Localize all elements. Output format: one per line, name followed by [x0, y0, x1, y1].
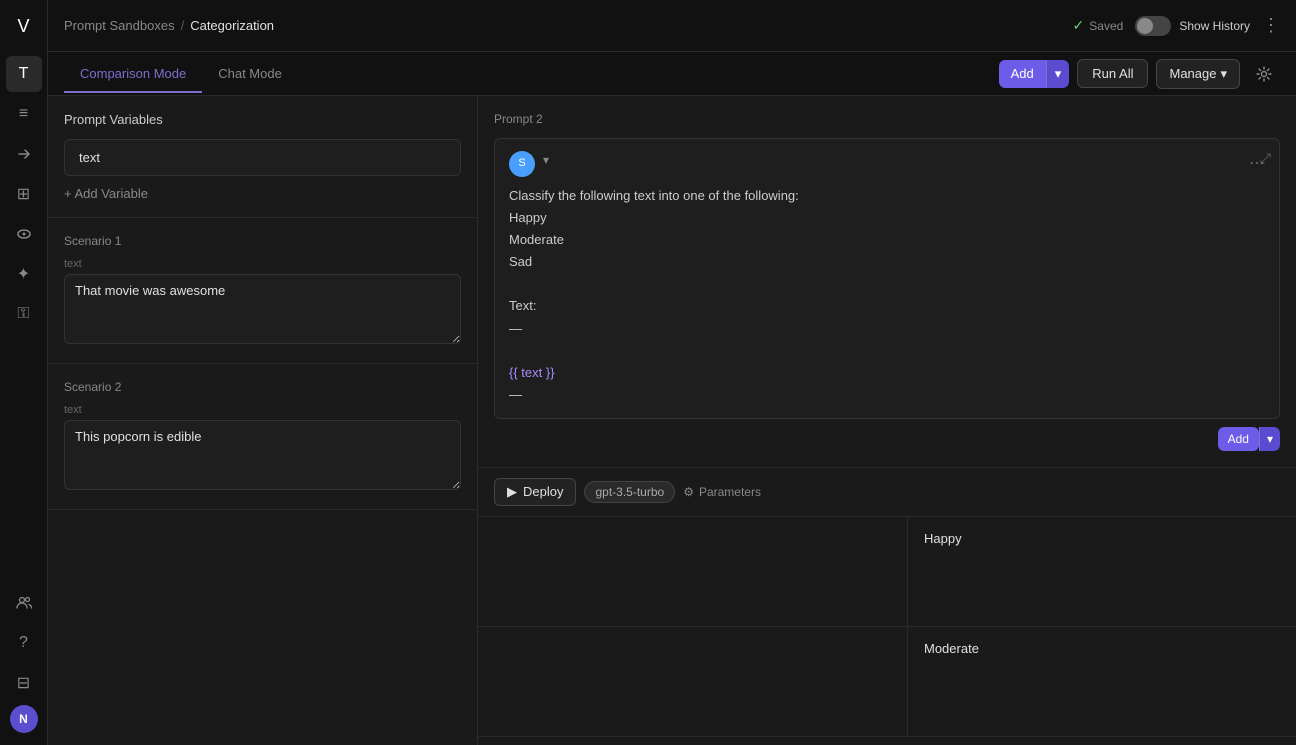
scenario-1-result-left — [478, 517, 908, 626]
tab-chat-mode[interactable]: Chat Mode — [202, 56, 298, 93]
add-button[interactable]: Add — [999, 60, 1046, 88]
sidebar: V T ≡ ⊞ ✦ ⚿ ? ⊟ N — [0, 0, 48, 745]
model-dropdown[interactable]: ▾ — [543, 151, 549, 170]
sidebar-item-help[interactable]: ? — [6, 625, 42, 661]
show-history-toggle-wrap: Show History — [1135, 16, 1250, 36]
manage-button[interactable]: Manage ▾ — [1156, 59, 1240, 89]
model-tag[interactable]: gpt-3.5-turbo — [584, 481, 675, 503]
show-history-toggle[interactable] — [1135, 16, 1171, 36]
scenario-1-var-label: text — [64, 258, 461, 270]
scenario-2-result-right: Moderate — [908, 627, 1296, 736]
prompt-variables-title: Prompt Variables — [64, 112, 461, 127]
add-button-group: Add ▾ — [999, 60, 1070, 88]
add-dropdown-button[interactable]: ▾ — [1046, 60, 1070, 88]
right-panel: Prompt 2 S ▾ ⋯ Classify the following te… — [478, 96, 1296, 745]
add-small-button[interactable]: Add — [1218, 427, 1259, 451]
deploy-button[interactable]: ▶ Deploy — [494, 478, 576, 506]
scenario-2-text-input[interactable]: This popcorn is edible — [64, 420, 461, 490]
scenario-2-label: Scenario 2 — [64, 380, 461, 394]
sidebar-item-magic[interactable]: ✦ — [6, 256, 42, 292]
breadcrumb-parent[interactable]: Prompt Sandboxes — [64, 18, 175, 33]
prompt-2-header: Prompt 2 — [494, 112, 1280, 126]
scenario-2-result-text: Moderate — [924, 641, 979, 656]
add-small-button-group: Add ▾ — [1218, 427, 1280, 451]
expand-button[interactable]: ⤢ — [1260, 147, 1271, 169]
sidebar-item-dashboard[interactable]: ⊞ — [6, 176, 42, 212]
add-small-dropdown-button[interactable]: ▾ — [1259, 427, 1280, 451]
check-icon: ✓ — [1073, 17, 1085, 34]
scenario-1-result-row: Happy — [478, 517, 1296, 627]
add-variable-button[interactable]: + Add Variable — [64, 186, 148, 201]
saved-label: Saved — [1089, 19, 1123, 33]
scenario-1-section: Scenario 1 text That movie was awesome — [48, 218, 477, 364]
prompt-2-label: Prompt 2 — [494, 112, 543, 126]
scenario-1-result-text: Happy — [924, 531, 962, 546]
prompt-2-editor[interactable]: S ▾ ⋯ Classify the following text into o… — [494, 138, 1280, 419]
scenario-2-var-label: text — [64, 404, 461, 416]
breadcrumb-current: Categorization — [190, 18, 274, 33]
mode-tabs-bar: Comparison Mode Chat Mode Add ▾ Run All … — [48, 52, 1296, 96]
prompt-actions: Add ▾ — [494, 427, 1280, 451]
play-icon: ▶ — [507, 484, 517, 500]
tab-comparison-mode[interactable]: Comparison Mode — [64, 56, 202, 93]
more-options-button[interactable]: ⋮ — [1262, 15, 1280, 36]
avatar[interactable]: N — [10, 705, 38, 733]
model-avatar: S — [509, 151, 535, 177]
scenario-2-section: Scenario 2 text This popcorn is edible — [48, 364, 477, 510]
template-variable: {{ text }} — [509, 365, 555, 380]
show-history-label: Show History — [1179, 19, 1250, 33]
scenario-2-result-left — [478, 627, 908, 736]
prompt-content: Classify the following text into one of … — [509, 185, 1265, 406]
topbar: Prompt Sandboxes / Categorization ✓ Save… — [48, 0, 1296, 52]
toggle-knob — [1137, 18, 1153, 34]
prompt-2-section: Prompt 2 S ▾ ⋯ Classify the following te… — [478, 96, 1296, 468]
saved-indicator: ✓ Saved — [1073, 17, 1124, 34]
run-all-button[interactable]: Run All — [1077, 59, 1148, 88]
sidebar-item-eye[interactable] — [6, 216, 42, 252]
prompt-variables-section: Prompt Variables text + Add Variable — [48, 96, 477, 218]
parameters-button[interactable]: ⚙ Parameters — [683, 485, 761, 499]
scenario-1-result-right: Happy — [908, 517, 1296, 626]
gear-icon: ⚙ — [683, 485, 694, 499]
deploy-bar: ▶ Deploy gpt-3.5-turbo ⚙ Parameters — [478, 468, 1296, 517]
mode-tabs-left: Comparison Mode Chat Mode — [64, 56, 298, 92]
scenario-1-text-input[interactable]: That movie was awesome — [64, 274, 461, 344]
main-content: Prompt Sandboxes / Categorization ✓ Save… — [48, 0, 1296, 745]
app-logo: V — [10, 12, 38, 40]
toolbar: Add ▾ Run All Manage ▾ — [999, 58, 1280, 90]
sidebar-item-table[interactable]: ⊟ — [6, 665, 42, 701]
sidebar-item-text-format[interactable]: T — [6, 56, 42, 92]
scenario-1-label: Scenario 1 — [64, 234, 461, 248]
prompt-editor-header: S ▾ ⋯ — [509, 151, 1265, 177]
variable-input[interactable]: text — [64, 139, 461, 176]
left-panel: Prompt Variables text + Add Variable Sce… — [48, 96, 478, 745]
settings-button[interactable] — [1248, 58, 1280, 90]
breadcrumb-separator: / — [181, 18, 185, 33]
sidebar-item-document[interactable]: ≡ — [6, 96, 42, 132]
sidebar-item-users[interactable] — [6, 585, 42, 621]
topbar-right: ✓ Saved Show History ⋮ — [1073, 15, 1280, 36]
scenario-2-result-row: Moderate — [478, 627, 1296, 737]
breadcrumb: Prompt Sandboxes / Categorization — [64, 18, 274, 33]
sidebar-item-key[interactable]: ⚿ — [6, 296, 42, 332]
sidebar-item-share[interactable] — [6, 136, 42, 172]
workspace: Prompt Variables text + Add Variable Sce… — [48, 96, 1296, 745]
